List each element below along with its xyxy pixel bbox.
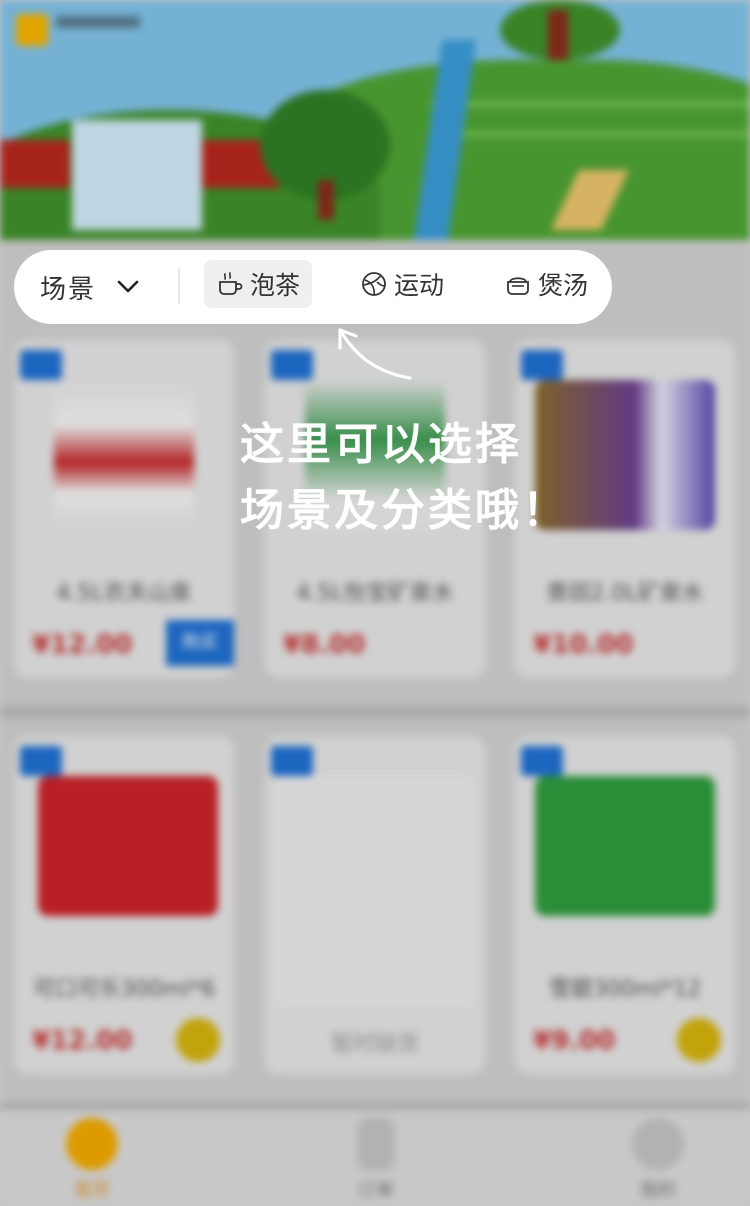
scene-chip-label: 运动 (394, 271, 445, 300)
guide-hint-text: 这里可以选择 场景及分类哦！ (240, 412, 600, 544)
scene-dropdown-label: 场景 (40, 274, 97, 305)
ball-icon (362, 272, 386, 296)
guide-overlay[interactable] (0, 0, 750, 1206)
scene-chip-label: 泡茶 (250, 271, 301, 300)
guide-hint-line: 这里可以选择 (240, 419, 522, 470)
tea-cup-icon (219, 272, 243, 295)
selector-divider (178, 268, 180, 304)
scene-dropdown[interactable]: 场景 (40, 250, 170, 324)
scene-chip-tea[interactable]: 泡茶 (204, 260, 313, 308)
scene-chip-soup[interactable]: 煲汤 (492, 260, 600, 308)
scene-chip-sport[interactable]: 运动 (348, 260, 456, 308)
chevron-down-icon (117, 280, 139, 293)
guide-arrow-icon (338, 328, 412, 380)
guide-hint-line: 场景及分类哦！ (240, 485, 569, 536)
scene-selector-bar: 场景 泡茶 运动 煲汤 (14, 250, 612, 324)
scene-chip-label: 煲汤 (538, 271, 589, 300)
soup-pot-icon (507, 277, 529, 295)
